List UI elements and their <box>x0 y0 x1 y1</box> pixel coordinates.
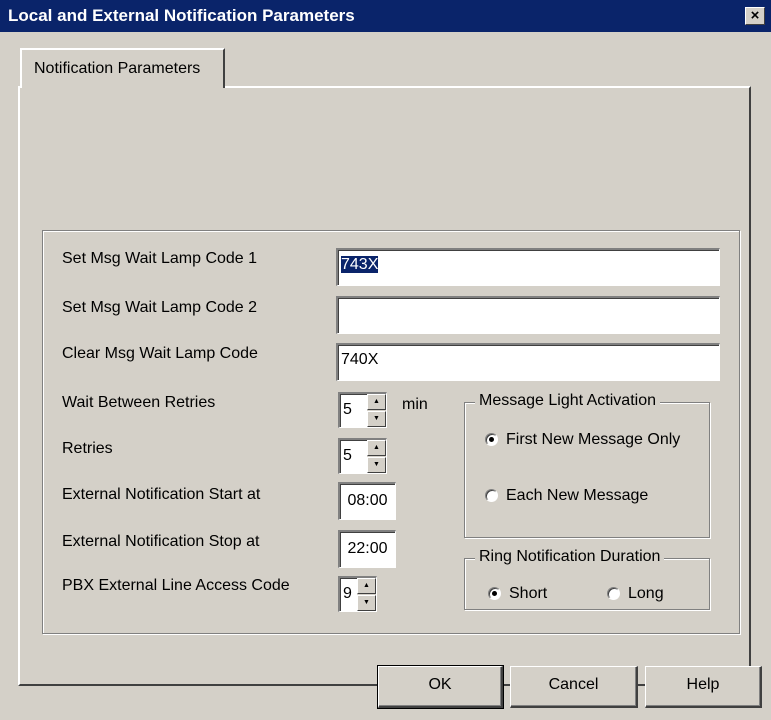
close-button[interactable]: × <box>745 7 765 25</box>
notification-stop-label: External Notification Stop at <box>62 533 260 550</box>
retries-input[interactable]: 5 <box>338 438 368 474</box>
radio-long[interactable]: Long <box>607 585 664 603</box>
clear-lamp-code-label: Clear Msg Wait Lamp Code <box>62 345 258 362</box>
pbx-access-code-spinner: ▲ ▼ <box>357 576 377 612</box>
notification-start-value: 08:00 <box>347 492 388 509</box>
message-light-activation-group: Message Light Activation <box>464 392 710 538</box>
set-lamp-code-1-input[interactable]: 743X <box>336 248 720 286</box>
clear-lamp-code-input[interactable]: 740X <box>336 343 720 381</box>
radio-label: Each New Message <box>506 487 649 504</box>
set-lamp-code-2-input[interactable] <box>336 296 720 334</box>
wait-between-retries-spinner: ▲ ▼ <box>367 392 387 428</box>
ok-button[interactable]: OK <box>377 665 504 709</box>
notification-start-input[interactable]: 08:00 <box>338 482 396 520</box>
message-light-activation-legend: Message Light Activation <box>475 392 660 410</box>
radio-label: Short <box>509 585 548 602</box>
radio-checked-icon <box>485 433 498 446</box>
notification-start-label: External Notification Start at <box>62 486 261 503</box>
close-icon: × <box>750 7 760 24</box>
radio-short[interactable]: Short <box>488 585 547 603</box>
ring-notification-duration-legend: Ring Notification Duration <box>475 548 665 566</box>
radio-each-new-message[interactable]: Each New Message <box>485 487 648 505</box>
wait-between-retries-label: Wait Between Retries <box>62 394 216 411</box>
notification-stop-value: 22:00 <box>347 540 388 557</box>
pbx-access-code-label: PBX External Line Access Code <box>62 577 290 594</box>
pbx-access-code-value: 9 <box>343 585 352 602</box>
retries-value: 5 <box>343 447 352 464</box>
cancel-button[interactable]: Cancel <box>510 666 638 708</box>
spin-up-arrow-icon[interactable]: ▲ <box>357 578 376 594</box>
radio-label: Long <box>628 585 664 602</box>
title-bar: Local and External Notification Paramete… <box>0 0 771 32</box>
set-lamp-code-1-value: 743X <box>341 256 379 273</box>
pbx-access-code-input[interactable]: 9 <box>338 576 358 612</box>
help-button[interactable]: Help <box>645 666 762 708</box>
spin-down-arrow-icon[interactable]: ▼ <box>357 595 376 611</box>
radio-label: First New Message Only <box>506 431 681 448</box>
window-title: Local and External Notification Paramete… <box>8 6 355 25</box>
wait-between-retries-value: 5 <box>343 401 352 418</box>
notification-stop-input[interactable]: 22:00 <box>338 530 396 568</box>
retries-spinner: ▲ ▼ <box>367 438 387 474</box>
wait-between-retries-input[interactable]: 5 <box>338 392 368 428</box>
radio-unchecked-icon <box>607 587 620 600</box>
radio-unchecked-icon <box>485 489 498 502</box>
tab-label: Notification Parameters <box>34 60 201 77</box>
spin-up-arrow-icon[interactable]: ▲ <box>367 394 386 410</box>
set-lamp-code-1-label: Set Msg Wait Lamp Code 1 <box>62 250 258 267</box>
spin-up-arrow-icon[interactable]: ▲ <box>367 440 386 456</box>
radio-first-new-message-only[interactable]: First New Message Only <box>485 431 680 449</box>
retries-label: Retries <box>62 440 113 457</box>
spin-down-arrow-icon[interactable]: ▼ <box>367 411 386 427</box>
tab-notification-parameters[interactable]: Notification Parameters <box>20 48 225 88</box>
radio-checked-icon <box>488 587 501 600</box>
set-lamp-code-2-label: Set Msg Wait Lamp Code 2 <box>62 299 258 316</box>
spin-down-arrow-icon[interactable]: ▼ <box>367 457 386 473</box>
clear-lamp-code-value: 740X <box>341 351 379 368</box>
wait-unit-label: min <box>402 396 428 413</box>
